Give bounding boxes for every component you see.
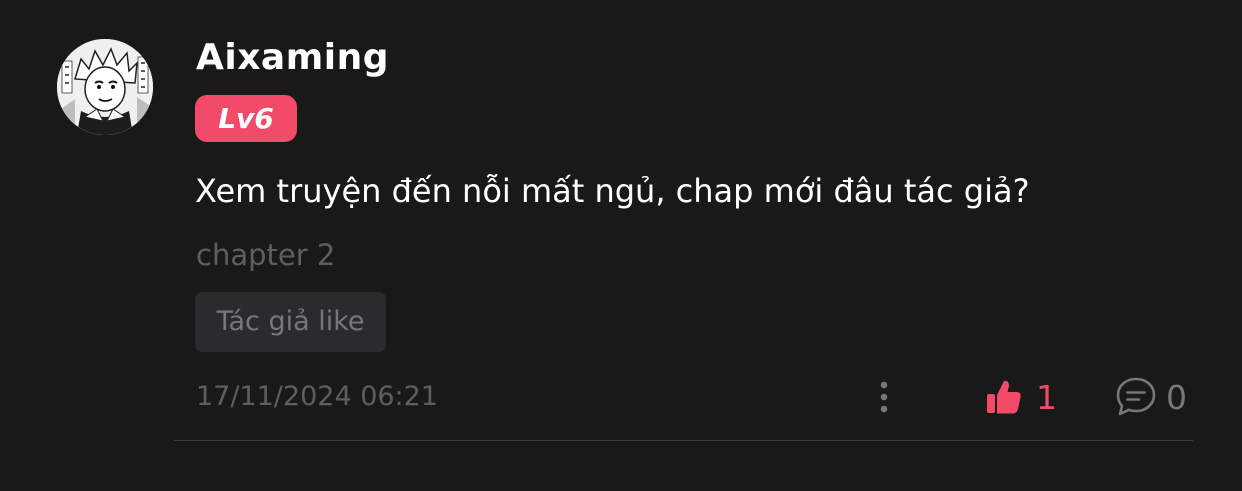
timestamp: 17/11/2024 06:21 <box>196 381 439 412</box>
username[interactable]: Aixaming <box>196 32 389 84</box>
comment-text: Xem truyện đến nỗi mất ngủ, chap mới đâu… <box>195 172 1030 210</box>
level-badge: Lv6 <box>195 95 297 142</box>
chapter-link[interactable]: chapter 2 <box>196 232 335 278</box>
reply-button[interactable]: 0 <box>1114 374 1187 420</box>
author-like-tag: Tác giả like <box>195 292 386 352</box>
divider <box>174 440 1193 441</box>
thumbs-up-icon <box>987 380 1021 414</box>
like-button[interactable]: 1 <box>984 374 1057 420</box>
more-options-button[interactable] <box>870 378 898 416</box>
vertical-ellipsis-icon <box>880 381 888 413</box>
reply-count: 0 <box>1166 377 1187 417</box>
comment-item: Aixaming Lv6 Xem truyện đến nỗi mất ngủ,… <box>0 0 1242 491</box>
avatar[interactable] <box>57 39 153 135</box>
like-count: 1 <box>1036 377 1057 417</box>
comment-bubble-icon <box>1116 377 1156 416</box>
